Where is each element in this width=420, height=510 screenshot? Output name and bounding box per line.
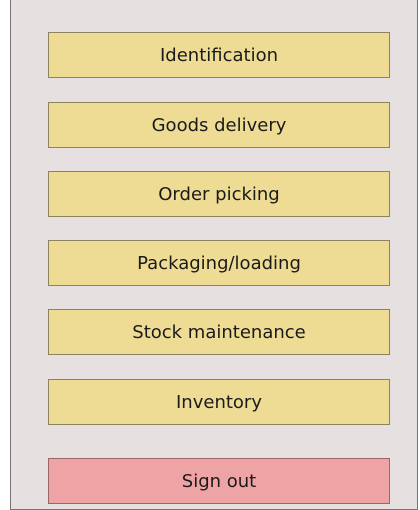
- identification-button-label: Identification: [159, 44, 279, 66]
- sign-out-button-label: Sign out: [181, 470, 257, 492]
- sign-out-button[interactable]: Sign out: [48, 458, 390, 504]
- packaging-loading-button[interactable]: Packaging/loading: [48, 240, 390, 286]
- order-picking-button[interactable]: Order picking: [48, 171, 390, 217]
- identification-button[interactable]: Identification: [48, 32, 390, 78]
- goods-delivery-button[interactable]: Goods delivery: [48, 102, 390, 148]
- inventory-button-label: Inventory: [176, 391, 262, 413]
- stock-maintenance-button-label: Stock maintenance: [132, 321, 306, 343]
- inventory-button[interactable]: Inventory: [48, 379, 390, 425]
- stock-maintenance-button[interactable]: Stock maintenance: [48, 309, 390, 355]
- packaging-loading-button-label: Packaging/loading: [137, 252, 301, 274]
- order-picking-button-label: Order picking: [158, 183, 280, 205]
- goods-delivery-button-label: Goods delivery: [151, 114, 287, 136]
